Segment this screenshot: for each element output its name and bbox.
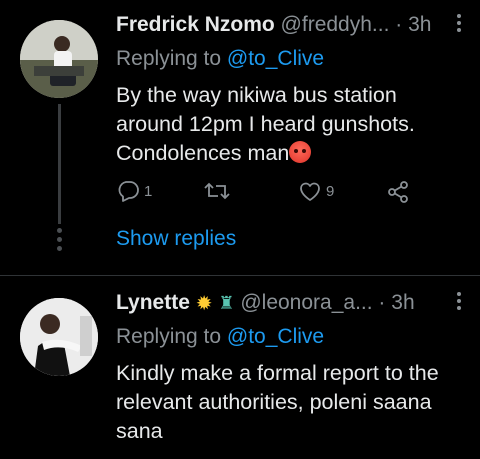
tweet-text-line: relevant authorities, poleni saana (116, 390, 432, 414)
separator: · (395, 13, 403, 36)
reply-button[interactable]: 1 (116, 180, 152, 202)
separator: · (378, 291, 386, 314)
like-button[interactable]: 9 (298, 180, 334, 202)
sun-emoji: ✹ (195, 293, 213, 315)
timestamp[interactable]: 3h (391, 291, 414, 314)
avatar[interactable] (20, 20, 98, 98)
retweet-icon (204, 182, 230, 200)
display-name[interactable]: Lynette (116, 291, 190, 314)
mention-link[interactable]: @to_Clive (227, 47, 324, 70)
thread-line (58, 104, 61, 224)
more-vertical-icon[interactable] (456, 291, 462, 317)
user-handle[interactable]: @leonora_a... (240, 291, 372, 314)
share-icon (388, 181, 408, 203)
statue-of-liberty-emoji: ♜ (218, 293, 235, 313)
tweet-text-line: Condolences man (116, 141, 290, 165)
reply-icon (118, 181, 139, 202)
display-name[interactable]: Fredrick Nzomo (116, 13, 275, 36)
replying-to-label: Replying to (116, 325, 227, 348)
replying-to: Replying to @to_Clive (116, 47, 466, 81)
show-replies-link[interactable]: Show replies (116, 227, 236, 251)
tweet-header: Lynette ✹ ♜ @leonora_a... · 3h (116, 291, 466, 325)
mention-link[interactable]: @to_Clive (227, 325, 324, 348)
tweet-content: Lynette ✹ ♜ @leonora_a... · 3h Replying … (116, 291, 466, 446)
tweet-text-line: sana (116, 419, 163, 443)
user-handle[interactable]: @freddyh... (281, 13, 390, 36)
tweet[interactable]: Lynette ✹ ♜ @leonora_a... · 3h Replying … (0, 276, 480, 459)
tweet-content: Fredrick Nzomo @freddyh... · 3h Replying… (116, 13, 466, 168)
tweet-actions: 1 9 (116, 180, 416, 210)
replying-to: Replying to @to_Clive (116, 325, 466, 359)
share-button[interactable] (386, 180, 410, 204)
like-icon (300, 182, 320, 201)
replying-to-label: Replying to (116, 47, 227, 70)
tweet-text: By the way nikiwa bus station around 12p… (116, 81, 466, 168)
like-count: 9 (326, 182, 335, 200)
tweet-text-line: By the way nikiwa bus station (116, 83, 397, 107)
more-vertical-icon[interactable] (456, 13, 462, 39)
tweet-header: Fredrick Nzomo @freddyh... · 3h (116, 13, 466, 47)
reply-count: 1 (144, 182, 153, 200)
timestamp[interactable]: 3h (408, 13, 431, 36)
avatar[interactable] (20, 298, 98, 376)
tweet-text-line: around 12pm I heard gunshots. (116, 112, 415, 136)
tweet[interactable]: Fredrick Nzomo @freddyh... · 3h Replying… (0, 0, 480, 275)
tweet-text: Kindly make a formal report to the relev… (116, 359, 466, 446)
tweet-text-line: Kindly make a formal report to the (116, 361, 439, 385)
retweet-button[interactable] (204, 180, 234, 202)
thread-dots (57, 228, 62, 255)
angry-face-emoji (289, 141, 312, 163)
